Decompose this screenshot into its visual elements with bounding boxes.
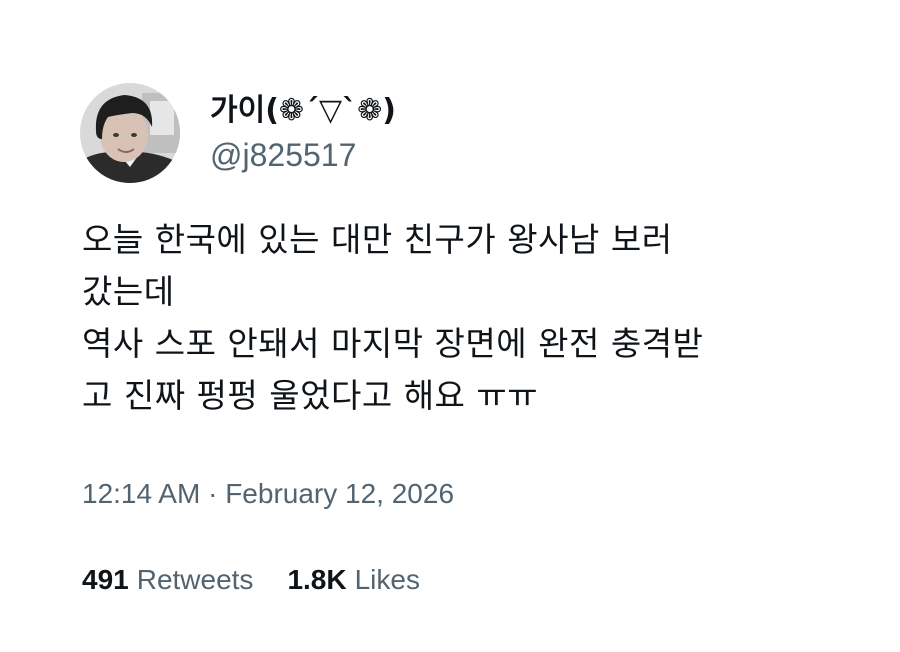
timestamp-separator: · <box>208 478 218 509</box>
user-handle[interactable]: @j825517 <box>210 135 396 175</box>
tweet-time[interactable]: 12:14 AM <box>82 478 200 509</box>
tweet-text-line: 오늘 한국에 있는 대만 친구가 왕사남 보러 <box>82 220 673 259</box>
avatar[interactable] <box>80 83 180 183</box>
tweet-text-line: 역사 스포 안돼서 마지막 장면에 완전 충격받 <box>82 324 704 363</box>
tweet-date[interactable]: February 12, 2026 <box>225 478 454 509</box>
tweet-header: 가이(❁´▽`❁) @j825517 <box>80 82 396 184</box>
avatar-photo-icon <box>80 83 180 183</box>
retweets-label: Retweets <box>136 564 254 595</box>
retweets-count: 491 <box>82 564 129 595</box>
tweet-text-line: 고 진짜 펑펑 울었다고 해요 ㅠㅠ <box>82 376 539 415</box>
display-name[interactable]: 가이(❁´▽`❁) <box>210 91 396 131</box>
tweet-card: 가이(❁´▽`❁) @j825517 오늘 한국에 있는 대만 친구가 왕사남 … <box>0 0 900 652</box>
tweet-text-line: 갔는데 <box>82 272 175 311</box>
likes-label: Likes <box>354 564 420 595</box>
tweet-timestamp: 12:14 AM · February 12, 2026 <box>82 474 454 514</box>
likes-count: 1.8K <box>287 564 347 595</box>
likes-stat[interactable]: 1.8K Likes <box>287 560 420 600</box>
retweets-stat[interactable]: 491 Retweets <box>82 560 253 600</box>
tweet-stats: 491 Retweets 1.8K Likes <box>82 560 420 600</box>
user-names: 가이(❁´▽`❁) @j825517 <box>210 91 396 175</box>
tweet-text: 오늘 한국에 있는 대만 친구가 왕사남 보러 갔는데 역사 스포 안돼서 마지… <box>82 214 862 422</box>
